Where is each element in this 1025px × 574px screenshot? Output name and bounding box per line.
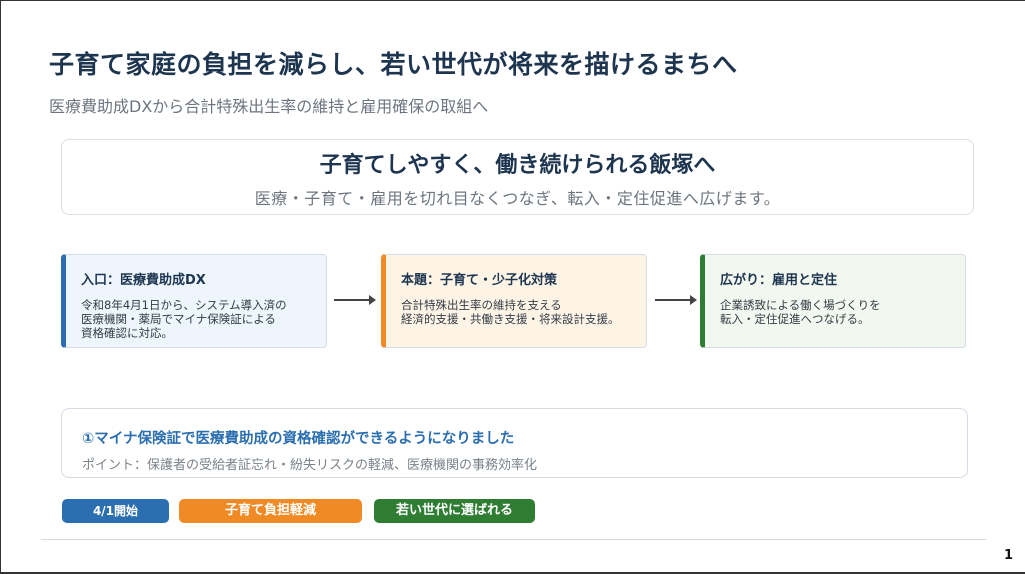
footer-divider xyxy=(41,539,986,540)
card-line: 転入・定住促進へつなげる。 xyxy=(720,312,870,326)
card-line: 資格確認に対応。 xyxy=(81,326,173,340)
card-body: 企業誘致による働く場づくりを 転入・定住促進へつなげる。 xyxy=(720,298,965,326)
page-number: 1 xyxy=(1004,548,1014,563)
card-line: 経済的支援・共働き支援・将来設計支援。 xyxy=(401,312,620,326)
card-title: 入口：医療費助成DX xyxy=(81,273,206,288)
card-title: 本題：子育て・少子化対策 xyxy=(401,273,558,288)
card-line: 医療機関・薬局でマイナ保険証による xyxy=(81,312,276,326)
hero-box: 子育てしやすく、働き続けられる飯塚へ 医療・子育て・雇用を切れ目なくつなぎ、転入… xyxy=(61,139,974,215)
card-main-childcare: 本題：子育て・少子化対策 合計特殊出生率の維持を支える 経済的支援・共働き支援・… xyxy=(381,254,647,348)
point-title: ①マイナ保険証で医療費助成の資格確認ができるようになりました xyxy=(82,431,515,447)
card-line: 合計特殊出生率の維持を支える xyxy=(401,298,562,312)
hero-title: 子育てしやすく、働き続けられる飯塚へ xyxy=(319,153,716,178)
card-line: 令和8年4月1日から、システム導入済の xyxy=(81,298,287,312)
badge-young-generation: 若い世代に選ばれる xyxy=(374,499,535,523)
slide-subtitle: 医療費助成DXから合計特殊出生率の維持と雇用確保の取組へ xyxy=(49,97,489,116)
badge-childcare-burden: 子育て負担軽減 xyxy=(179,499,362,523)
slide-title: 子育て家庭の負担を減らし、若い世代が将来を描けるまちへ xyxy=(49,50,738,79)
card-entry-medical-dx: 入口：医療費助成DX 令和8年4月1日から、システム導入済の 医療機関・薬局でマ… xyxy=(61,254,327,348)
card-body: 令和8年4月1日から、システム導入済の 医療機関・薬局でマイナ保険証による 資格… xyxy=(81,298,326,340)
badge-start-date: 4/1開始 xyxy=(62,499,169,523)
hero-text: 医療・子育て・雇用を切れ目なくつなぎ、転入・定住促進へ広げます。 xyxy=(254,189,781,208)
card-body: 合計特殊出生率の維持を支える 経済的支援・共働き支援・将来設計支援。 xyxy=(401,298,646,326)
card-title: 広がり：雇用と定住 xyxy=(720,273,838,288)
arrow-right-icon xyxy=(655,295,697,305)
point-text: ポイント：保護者の受給者証忘れ・紛失リスクの軽減、医療機関の事務効率化 xyxy=(82,458,538,473)
card-expansion-employment: 広がり：雇用と定住 企業誘致による働く場づくりを 転入・定住促進へつなげる。 xyxy=(700,254,966,348)
card-line: 企業誘致による働く場づくりを xyxy=(720,298,881,312)
point-box: ①マイナ保険証で医療費助成の資格確認ができるようになりました ポイント：保護者の… xyxy=(61,408,968,478)
slide: 子育て家庭の負担を減らし、若い世代が将来を描けるまちへ 医療費助成DXから合計特… xyxy=(0,0,1025,574)
arrow-right-icon xyxy=(334,295,376,305)
